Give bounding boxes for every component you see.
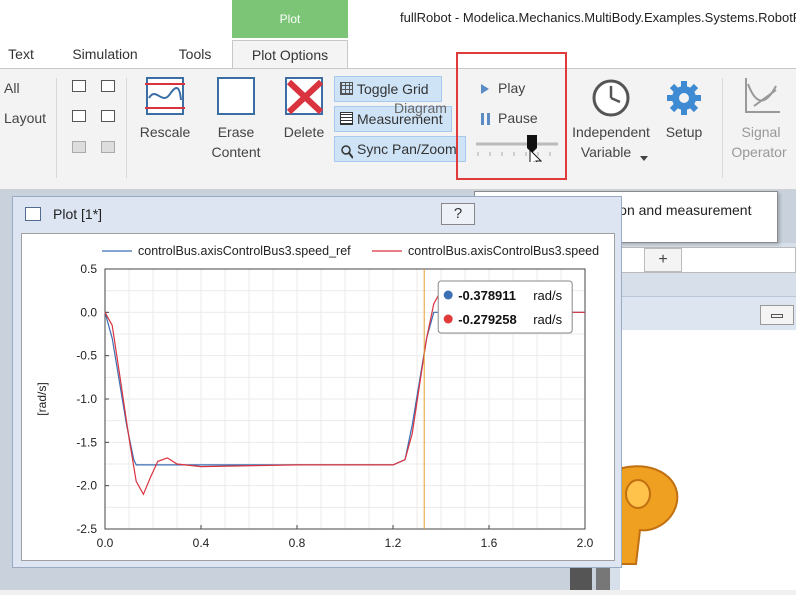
magnifier-icon — [340, 142, 354, 159]
readout-marker — [443, 290, 453, 300]
readout-marker — [443, 314, 453, 324]
y-tick-label: -2.5 — [76, 522, 97, 536]
erase-content-label-2[interactable]: Content — [200, 142, 272, 162]
y-tick-label: -1.0 — [76, 392, 97, 406]
y-tick-label: 0.0 — [80, 305, 97, 319]
window-title: fullRobot - Modelica.Mechanics.MultiBody… — [400, 10, 796, 25]
align-left-icon[interactable] — [72, 110, 86, 122]
toggle-grid-button[interactable]: Toggle Grid — [334, 76, 442, 102]
plot-window-icon — [25, 207, 41, 221]
clock-icon[interactable] — [591, 78, 631, 118]
plot-window[interactable]: Plot [1*] ? 0.0 0.4 0.8 1.2 1.6 2.0 0.5 0.0 -0.5… — [12, 196, 622, 568]
independent-variable-label-2[interactable]: Variable — [566, 142, 646, 162]
x-tick-label: 1.2 — [385, 536, 402, 550]
x-tick-label: 0.8 — [289, 536, 306, 550]
divider — [56, 78, 57, 178]
tab-plot-options[interactable]: Plot Options — [232, 40, 348, 68]
minimize-icon — [771, 314, 783, 318]
time-slider-highlight — [456, 52, 567, 180]
readout-value: -0.378911 — [458, 288, 516, 303]
line-chart[interactable]: 0.0 0.4 0.8 1.2 1.6 2.0 0.5 0.0 -0.5 -1.0 -1.5 -2.0… — [22, 234, 614, 560]
stack-rows-icon — [72, 141, 86, 153]
plot-title-bar[interactable] — [13, 197, 621, 231]
y-tick-label: -1.5 — [76, 435, 97, 449]
divider — [126, 78, 127, 178]
align-right-icon[interactable] — [101, 110, 115, 122]
tab-simulation[interactable]: Simulation — [58, 40, 152, 68]
delete-icon[interactable] — [283, 76, 327, 116]
readout-unit: rad/s — [533, 312, 562, 327]
layout-all-button[interactable]: All — [4, 80, 20, 96]
sync-pan-zoom-button[interactable]: Sync Pan/Zoom — [334, 136, 466, 162]
x-tick-label: 0.4 — [193, 536, 210, 550]
split-vertical-icon[interactable] — [101, 80, 115, 92]
gear-icon[interactable] — [664, 78, 704, 118]
sync-pan-zoom-label: Sync Pan/Zoom — [357, 141, 457, 157]
signal-operator-label-2: Operator — [731, 144, 787, 160]
signal-operator-label-1: Signal — [741, 124, 781, 140]
plot-window-title: Plot [1*] — [53, 206, 103, 222]
plot-canvas[interactable]: 0.0 0.4 0.8 1.2 1.6 2.0 0.5 0.0 -0.5 -1.0 -1.5 -2.0… — [21, 233, 615, 561]
toggle-grid-label: Toggle Grid — [357, 81, 429, 97]
minimize-button[interactable] — [760, 305, 794, 325]
chevron-down-icon — [640, 149, 648, 161]
y-tick-label: -0.5 — [76, 349, 97, 363]
readout-unit: rad/s — [533, 288, 562, 303]
y-tick-label: -2.0 — [76, 479, 97, 493]
y-axis-label: [rad/s] — [35, 382, 49, 415]
setup-button[interactable]: Setup — [660, 122, 708, 142]
erase-content-icon[interactable] — [215, 76, 259, 116]
plot-context-tab[interactable]: Plot — [232, 0, 348, 38]
signal-operator-icon — [740, 76, 782, 118]
readout-value: -0.279258 — [458, 312, 517, 327]
legend-entry: controlBus.axisControlBus3.speed_ref — [138, 244, 351, 258]
y-tick-label: 0.5 — [80, 262, 97, 276]
divider — [722, 78, 723, 178]
grid-icon — [340, 82, 353, 95]
stack-columns-icon — [101, 141, 115, 153]
rescale-button[interactable]: Rescale — [136, 122, 194, 142]
diagram-group-label: Diagram — [394, 100, 447, 116]
independent-variable-label-1[interactable]: Independent — [566, 122, 656, 142]
x-tick-label: 2.0 — [577, 536, 594, 550]
measurement-icon — [340, 112, 353, 125]
delete-button[interactable]: Delete — [278, 122, 330, 142]
help-button[interactable]: ? — [441, 203, 475, 225]
legend-entry: controlBus.axisControlBus3.speed — [408, 244, 599, 258]
rescale-icon[interactable] — [140, 76, 190, 116]
x-tick-label: 0.0 — [97, 536, 114, 550]
split-horizontal-icon[interactable] — [72, 80, 86, 92]
x-tick-label: 1.6 — [481, 536, 498, 550]
layout-button[interactable]: Layout — [4, 110, 46, 126]
tab-text[interactable]: Text — [0, 40, 42, 68]
tab-tools[interactable]: Tools — [166, 40, 224, 68]
erase-content-label-1[interactable]: Erase — [200, 122, 272, 142]
add-tab-button[interactable]: + — [644, 248, 682, 272]
